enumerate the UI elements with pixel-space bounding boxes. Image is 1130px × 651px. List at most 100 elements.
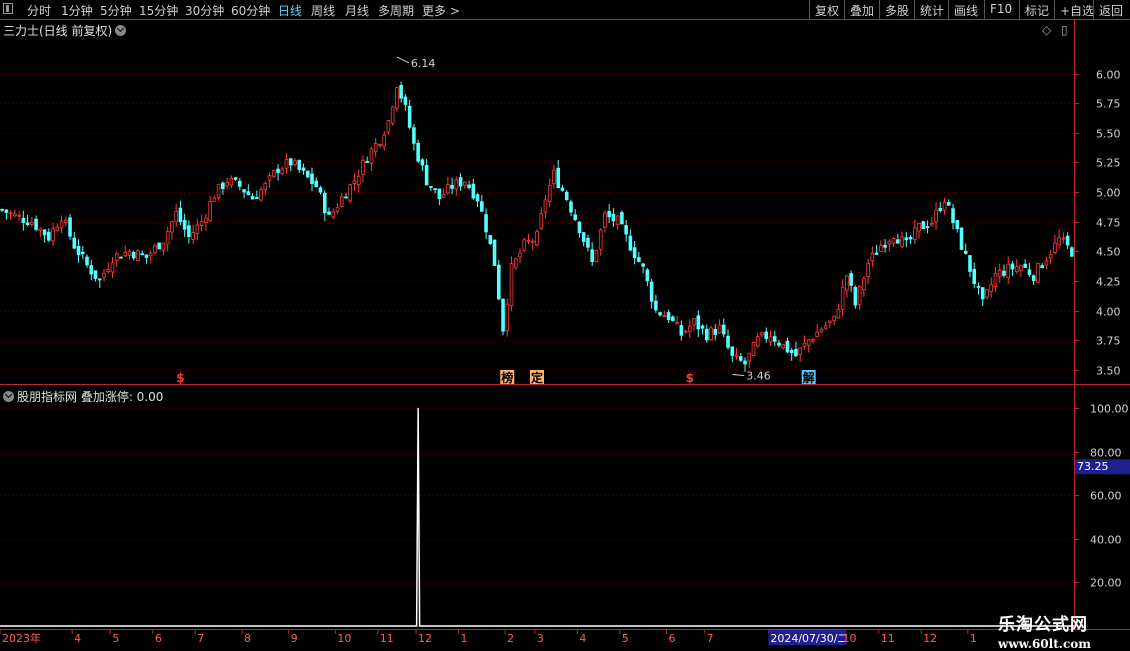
candle — [781, 344, 786, 350]
stats-button[interactable]: 统计 — [914, 0, 948, 19]
candle — [127, 249, 132, 260]
candle-body — [157, 242, 161, 250]
candle — [1057, 229, 1061, 249]
candle — [17, 210, 21, 221]
candle — [322, 190, 327, 221]
candle-body — [450, 184, 454, 189]
tab-weekly[interactable]: 周线 — [311, 2, 335, 19]
overlay-button[interactable]: 叠加 — [844, 0, 880, 19]
x-tick-label: 2 — [507, 632, 514, 645]
candle-body — [102, 273, 106, 278]
candle — [811, 337, 815, 344]
candle-body — [339, 196, 344, 207]
candle — [59, 215, 64, 234]
candle-body — [429, 186, 433, 188]
candle-body — [1053, 242, 1057, 253]
tab-1min[interactable]: 1分钟 — [61, 2, 93, 19]
candle-body — [68, 217, 72, 237]
price-chart[interactable]: 3.50 3.75 4.00 4.25 4.50 4.75 5.00 5.25 5.50 5.75… — [0, 0, 1130, 650]
dropdown-icon[interactable] — [115, 25, 127, 36]
draw-line-button[interactable]: 画线 — [948, 0, 984, 19]
candle — [314, 177, 319, 188]
candle-body — [692, 318, 696, 326]
candle-body — [730, 346, 735, 356]
x-tick-label: 10 — [843, 632, 857, 645]
candle-body — [781, 344, 786, 349]
candle — [4, 209, 9, 220]
back-button[interactable]: 返回 — [1093, 0, 1130, 19]
candle — [509, 256, 514, 312]
candle — [879, 240, 883, 253]
candle-body — [216, 183, 221, 199]
candle-body — [641, 263, 645, 267]
candle-body — [594, 249, 599, 263]
candle-body — [416, 142, 420, 162]
fuquan-button[interactable]: 复权 — [809, 0, 845, 19]
candle-body — [305, 170, 310, 178]
tab-60min[interactable]: 60分钟 — [231, 2, 270, 19]
candle-body — [314, 180, 319, 188]
candle-body — [709, 327, 713, 340]
candle-body — [51, 228, 55, 242]
panel-toggle-icon[interactable]: ▯ — [1061, 23, 1068, 37]
x-tick-label: 6 — [668, 632, 675, 645]
candle-body — [301, 167, 306, 171]
candle-body — [989, 284, 994, 292]
y-tick-label: 3.75 — [1096, 335, 1121, 348]
tab-15min[interactable]: 15分钟 — [139, 2, 178, 19]
candle — [106, 262, 111, 274]
candle-body — [946, 202, 951, 206]
candle — [42, 229, 47, 243]
period-toolbar: 分时 1分钟 5分钟 15分钟 30分钟 60分钟 日线 周线 月线 多周期 更… — [0, 0, 1130, 20]
candle — [768, 330, 773, 347]
candle — [114, 251, 119, 268]
candle-body — [688, 325, 692, 333]
candle — [195, 218, 200, 240]
multi-stock-button[interactable]: 多股 — [879, 0, 915, 19]
candle-body — [662, 315, 667, 318]
tab-daily[interactable]: 日线 — [278, 2, 302, 19]
candle — [429, 186, 433, 192]
mark-button[interactable]: 标记 — [1019, 0, 1054, 19]
candle-body — [106, 269, 111, 272]
tab-30min[interactable]: 30分钟 — [185, 2, 224, 19]
candle — [182, 213, 187, 237]
f10-button[interactable]: F10 — [984, 0, 1019, 19]
add-watchlist-button[interactable]: +自选 — [1054, 0, 1094, 19]
candle — [772, 330, 777, 346]
candle-body — [420, 159, 425, 166]
candle-body — [310, 173, 314, 185]
candle — [836, 303, 841, 319]
candle — [581, 231, 586, 247]
tab-more[interactable]: 更多 > — [422, 2, 460, 19]
candle — [238, 177, 242, 191]
tab-monthly[interactable]: 月线 — [345, 2, 369, 19]
candle — [925, 220, 930, 234]
tab-fenshi[interactable]: 分时 — [27, 2, 51, 19]
diamond-icon[interactable]: ◇ — [1042, 23, 1051, 37]
indicator-dropdown-icon[interactable] — [3, 391, 14, 402]
candle — [649, 278, 654, 309]
candle-body — [985, 289, 989, 298]
tab-multi-period[interactable]: 多周期 — [378, 2, 414, 19]
candle-body — [403, 96, 408, 105]
candle — [492, 239, 497, 266]
candle-body — [55, 226, 60, 232]
candle-body — [89, 265, 94, 275]
candle — [288, 157, 293, 171]
candle — [80, 246, 85, 260]
candle — [755, 332, 760, 349]
window-icon[interactable] — [3, 3, 13, 14]
candle-body — [772, 336, 777, 342]
candle-body — [620, 212, 624, 225]
candle-body — [959, 227, 964, 250]
candle — [416, 139, 420, 164]
candle-body — [437, 188, 442, 200]
candle — [110, 256, 115, 278]
y-tick-label: 3.50 — [1096, 365, 1121, 378]
x-tick-label: 4 — [579, 632, 586, 645]
candle — [165, 226, 170, 252]
tab-5min[interactable]: 5分钟 — [100, 2, 132, 19]
price-mark-label: 3.46 — [746, 370, 771, 383]
candle-body — [560, 187, 565, 191]
